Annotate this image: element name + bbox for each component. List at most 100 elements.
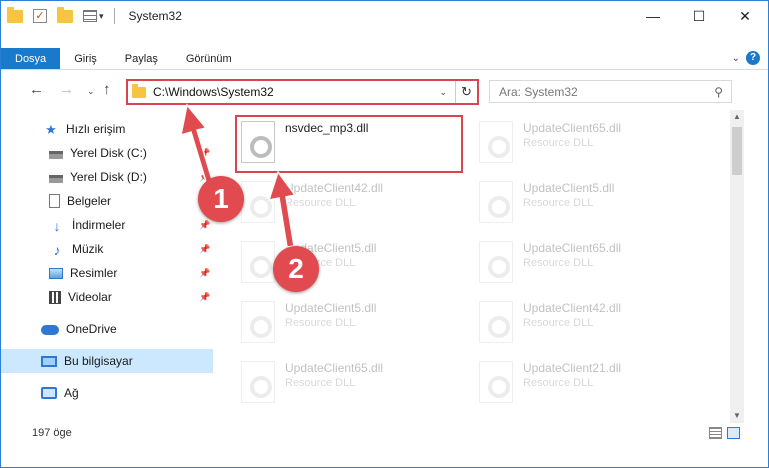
dll-file-icon [479,121,513,163]
sidebar-item-label: İndirmeler [72,218,126,232]
search-icon[interactable]: ⚲ [714,85,723,99]
window-title: System32 [128,9,182,23]
ribbon-tabs: Dosya Giriş Paylaş Görünüm ⌄ ? [1,48,768,70]
help-icon[interactable]: ? [746,51,760,65]
navigation-bar: ← → ⌄ ↑ C:\Windows\System32 ⌄ ↻ Ara: Sys… [1,77,768,105]
details-view-button[interactable] [709,427,722,439]
pin-icon[interactable]: 📌 [199,292,210,303]
file-tile[interactable]: UpdateClient42.dll Resource DLL [475,297,705,349]
file-tile[interactable]: UpdateClient21.dll Resource DLL [475,357,705,409]
onedrive-icon [41,325,59,335]
vertical-scrollbar[interactable]: ▲ ▼ [730,110,744,423]
tab-share[interactable]: Paylaş [111,48,172,69]
properties-check-icon[interactable]: ✓ [33,9,47,23]
sidebar-item-this-pc[interactable]: Bu bilgisayar [1,349,213,373]
sidebar-item-label: Bu bilgisayar [64,354,133,368]
sidebar-item-network[interactable]: Ağ [1,381,213,405]
drive-icon [49,174,63,183]
tab-home[interactable]: Giriş [60,48,111,69]
sidebar-item-videos[interactable]: Videolar 📌 [1,285,213,309]
file-type: Resource DLL [523,377,594,389]
quick-access-dropdown-icon[interactable]: ▾ [99,11,104,22]
item-count: 197 öge [32,427,72,439]
file-name: UpdateClient65.dll [285,361,384,375]
ribbon-expand-icon[interactable]: ⌄ [732,53,740,64]
dll-file-icon [479,301,513,343]
search-input[interactable]: Ara: System32 [499,85,714,99]
title-separator [113,8,115,24]
pin-icon[interactable]: 📌 [199,268,210,279]
tab-file[interactable]: Dosya [1,48,61,69]
scroll-down-icon[interactable]: ▼ [730,409,744,423]
file-type: Resource DLL [523,257,594,269]
tiles-view-button[interactable] [727,427,740,439]
folder-icon [7,6,23,23]
address-folder-icon [132,83,146,98]
dll-file-icon [241,241,275,283]
dll-file-icon [241,301,275,343]
file-tile[interactable]: UpdateClient65.dll Resource DLL [475,117,705,169]
dll-file-icon [241,181,275,223]
scroll-thumb[interactable] [732,127,742,175]
caption-buttons: — ☐ ✕ [630,1,768,31]
file-explorer-window: ✓ ▾ System32 — ☐ ✕ Dosya Giriş Paylaş Gö… [0,0,769,468]
ribbon-controls: ⌄ ? [732,51,760,65]
new-folder-icon[interactable] [57,6,73,23]
file-tile[interactable]: UpdateClient5.dll Resource DLL [237,237,467,289]
file-tile[interactable]: UpdateClient42.dll Resource DLL [237,177,467,229]
pin-icon[interactable]: 📌 [199,148,210,159]
pin-icon[interactable]: 📌 [199,244,210,255]
sidebar-item-label: OneDrive [66,322,117,336]
sidebar-item-pictures[interactable]: Resimler 📌 [1,261,213,285]
file-type: Resource DLL [523,197,594,209]
this-pc-icon [41,355,57,367]
star-icon: ★ [45,122,57,137]
dll-file-icon [479,361,513,403]
file-tile[interactable]: UpdateClient65.dll Resource DLL [237,357,467,409]
forward-arrow-icon[interactable]: → [59,81,74,98]
minimize-button[interactable]: — [630,1,676,31]
file-type: Resource DLL [285,197,356,209]
sidebar-item-documents[interactable]: Belgeler 📌 [1,189,213,213]
details-view-icon[interactable] [83,10,97,22]
file-name: UpdateClient65.dll [523,121,622,135]
scroll-up-icon[interactable]: ▲ [730,110,744,124]
sidebar-item-local-disk-d[interactable]: Yerel Disk (D:) 📌 [1,165,213,189]
file-name: UpdateClient5.dll [285,301,377,315]
sidebar-item-local-disk-c[interactable]: Yerel Disk (C:) 📌 [1,141,213,165]
refresh-icon[interactable]: ↻ [455,81,477,103]
file-type: Resource DLL [523,137,594,149]
search-box[interactable]: Ara: System32 ⚲ [489,80,732,103]
network-icon [41,387,57,399]
file-tile[interactable]: UpdateClient5.dll Resource DLL [475,177,705,229]
sidebar-item-downloads[interactable]: ↓ İndirmeler 📌 [1,213,213,237]
dll-file-icon [479,241,513,283]
address-bar[interactable]: C:\Windows\System32 ⌄ ↻ [126,79,479,105]
up-arrow-icon[interactable]: ↑ [103,81,111,98]
step-badge-2: 2 [273,246,319,292]
sidebar-item-label: Müzik [72,242,104,256]
address-dropdown-icon[interactable]: ⌄ [439,87,447,98]
dll-file-icon [241,361,275,403]
pin-icon[interactable]: 📌 [199,220,210,231]
file-tile[interactable]: UpdateClient65.dll Resource DLL [475,237,705,289]
tab-view[interactable]: Görünüm [172,48,246,69]
sidebar-item-music[interactable]: ♪ Müzik 📌 [1,237,213,261]
file-type: Resource DLL [285,317,356,329]
file-highlight-box [235,115,463,173]
sidebar-item-onedrive[interactable]: OneDrive [1,317,213,341]
sidebar-item-label: Belgeler [67,194,112,208]
sidebar-item-quick-access[interactable]: ★ Hızlı erişim [1,117,213,141]
videos-icon [49,290,61,304]
close-button[interactable]: ✕ [722,1,768,31]
sidebar-item-label: Hızlı erişim [66,122,126,136]
step-badge-1: 1 [198,176,244,222]
address-path[interactable]: C:\Windows\System32 [153,85,439,99]
file-tile[interactable]: UpdateClient5.dll Resource DLL [237,297,467,349]
recent-locations-icon[interactable]: ⌄ [87,86,95,97]
file-name: UpdateClient5.dll [523,181,615,195]
back-arrow-icon[interactable]: ← [29,81,44,98]
maximize-button[interactable]: ☐ [676,1,722,31]
sidebar-item-label: Yerel Disk (D:) [70,170,147,184]
downloads-icon: ↓ [53,218,61,234]
